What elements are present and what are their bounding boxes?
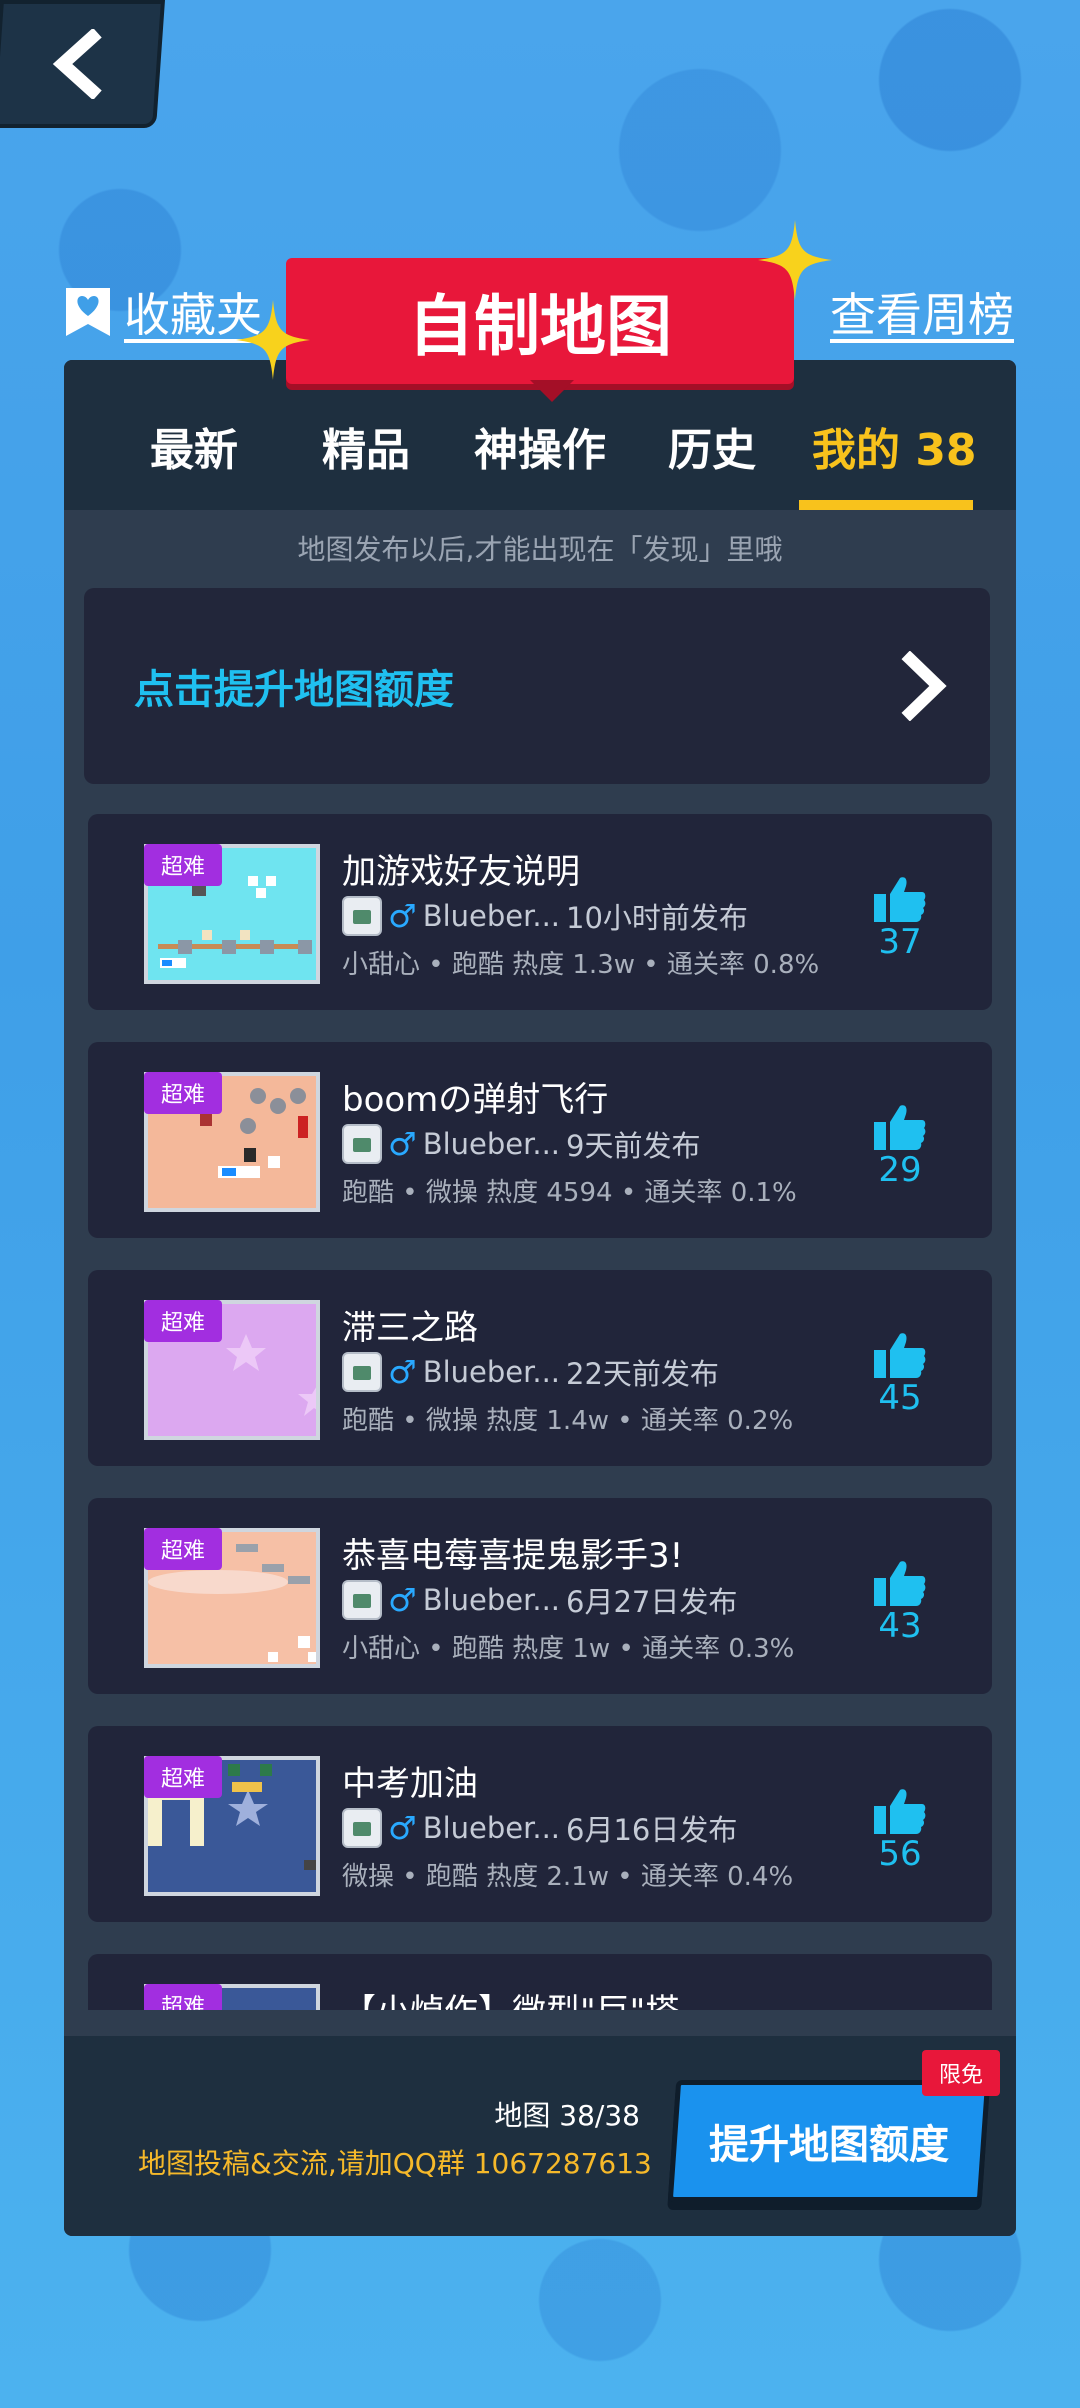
author-name: Blueber... xyxy=(422,899,561,933)
author-name: Blueber... xyxy=(422,1355,561,1389)
page-title: 自制地图 xyxy=(286,258,794,384)
thumbs-up-icon xyxy=(874,1561,926,1606)
publish-time: 6月16日发布 xyxy=(566,1813,738,1847)
map-card[interactable]: 超难 中考加油 ♂ Blueber... 6月16日发布 微操 • 跑酷 热度 … xyxy=(88,1726,992,1922)
avatar xyxy=(342,1352,382,1392)
difficulty-badge: 超难 xyxy=(144,1300,222,1342)
avatar xyxy=(342,1124,382,1164)
like-button[interactable]: 29 xyxy=(860,1104,940,1190)
thumbs-up-icon xyxy=(874,1105,926,1150)
tab-latest[interactable]: 最新 xyxy=(150,414,238,478)
map-list[interactable]: 超难 加游戏好友说明 ♂ Blueber... 10小时前发布 小甜心 • 跑酷… xyxy=(88,814,992,2010)
avatar xyxy=(342,896,382,936)
quota-upgrade-label: 点击提升地图额度 xyxy=(134,667,454,713)
difficulty-badge: 超难 xyxy=(144,1984,222,2010)
map-title: 【小焯作】微型"巨"塔 xyxy=(342,1984,679,2010)
chevron-left-icon xyxy=(52,29,102,99)
like-count: 45 xyxy=(878,1378,922,1418)
like-count: 43 xyxy=(878,1606,922,1646)
map-title: 中考加油 xyxy=(342,1764,478,1804)
avatar xyxy=(342,1580,382,1620)
map-card[interactable]: 超难 加游戏好友说明 ♂ Blueber... 10小时前发布 小甜心 • 跑酷… xyxy=(88,814,992,1010)
upgrade-quota-button[interactable]: 提升地图额度 xyxy=(667,2080,991,2202)
male-icon: ♂ xyxy=(388,1125,417,1163)
difficulty-badge: 超难 xyxy=(144,1072,222,1114)
upgrade-quota-label: 提升地图额度 xyxy=(709,2122,949,2168)
map-card[interactable]: 超难 恭喜电莓喜提鬼影手3! ♂ Blueber... 6月27日发布 小甜心 … xyxy=(88,1498,992,1694)
male-icon: ♂ xyxy=(388,1353,417,1391)
male-icon: ♂ xyxy=(388,1581,417,1619)
author-row: ♂ Blueber... 10小时前发布 xyxy=(342,894,748,938)
thumbs-up-icon xyxy=(874,877,926,922)
thumbs-up-icon xyxy=(874,1333,926,1378)
avatar xyxy=(342,1808,382,1848)
thumbs-up-icon xyxy=(874,1789,926,1834)
publish-time: 10小时前发布 xyxy=(566,901,748,935)
map-stats: 小甜心 • 跑酷 热度 1w • 通关率 0.3% xyxy=(342,1634,795,1664)
author-row: ♂ Blueber... 6月27日发布 xyxy=(342,1578,737,1622)
publish-hint: 地图发布以后,才能出现在「发现」里哦 xyxy=(297,533,783,566)
difficulty-badge: 超难 xyxy=(144,1528,222,1570)
favorites-link[interactable]: 收藏夹 xyxy=(64,282,262,342)
like-count: 37 xyxy=(878,922,922,962)
free-badge: 限免 xyxy=(922,2050,1000,2096)
like-button[interactable]: 45 xyxy=(860,1332,940,1418)
like-count: 29 xyxy=(878,1150,922,1190)
publish-time: 22天前发布 xyxy=(566,1357,719,1391)
map-card[interactable]: 超难 滞三之路 ♂ Blueber... 22天前发布 跑酷 • 微操 热度 1… xyxy=(88,1270,992,1466)
author-row: ♂ Blueber... 22天前发布 xyxy=(342,1350,719,1394)
map-title: 加游戏好友说明 xyxy=(342,852,580,892)
publish-time: 9天前发布 xyxy=(566,1129,701,1163)
map-stats: 跑酷 • 微操 热度 1.4w • 通关率 0.2% xyxy=(342,1406,794,1436)
qq-group-text: 地图投稿&交流,请加QQ群 1067287613 xyxy=(138,2147,652,2180)
weekly-ranking-link[interactable]: 查看周榜 xyxy=(830,282,1014,342)
map-title: boomの弹射飞行 xyxy=(342,1080,609,1120)
tab-skill-moves[interactable]: 神操作 xyxy=(474,414,606,478)
like-button[interactable]: 37 xyxy=(860,876,940,962)
like-count: 56 xyxy=(878,1834,922,1874)
author-row: ♂ Blueber... 9天前发布 xyxy=(342,1122,700,1166)
sparkle-icon xyxy=(236,300,310,380)
map-count: 地图 38/38 xyxy=(494,2099,640,2132)
back-button[interactable] xyxy=(0,0,166,128)
difficulty-badge: 超难 xyxy=(144,844,222,886)
custom-maps-panel: 最新 精品 神操作 历史 我的 38 地图发布以后,才能出现在「发现」里哦 点击… xyxy=(64,360,1016,2236)
like-button[interactable]: 43 xyxy=(860,1560,940,1646)
chevron-right-icon xyxy=(901,651,947,721)
difficulty-badge: 超难 xyxy=(144,1756,222,1798)
author-name: Blueber... xyxy=(422,1583,561,1617)
publish-time: 6月27日发布 xyxy=(566,1585,738,1619)
male-icon: ♂ xyxy=(388,897,417,935)
tab-history[interactable]: 历史 xyxy=(668,414,756,478)
map-stats: 微操 • 跑酷 热度 2.1w • 通关率 0.4% xyxy=(342,1862,794,1892)
footer-bar: 地图 38/38 地图投稿&交流,请加QQ群 1067287613 提升地图额度… xyxy=(64,2036,1016,2236)
heart-bookmark-icon xyxy=(66,288,110,336)
map-title: 恭喜电莓喜提鬼影手3! xyxy=(342,1536,684,1576)
quota-upgrade-row[interactable]: 点击提升地图额度 xyxy=(84,588,990,784)
active-tab-indicator xyxy=(799,500,973,510)
author-row: ♂ Blueber... 6月16日发布 xyxy=(342,1806,737,1850)
tab-mine[interactable]: 我的 38 xyxy=(812,414,977,478)
male-icon: ♂ xyxy=(388,1809,417,1847)
map-stats: 小甜心 • 跑酷 热度 1.3w • 通关率 0.8% xyxy=(342,950,820,980)
author-name: Blueber... xyxy=(422,1127,561,1161)
sparkle-icon xyxy=(758,220,832,300)
title-banner-tail xyxy=(530,380,574,402)
map-card[interactable]: 超难 【小焯作】微型"巨"塔 xyxy=(88,1954,992,2010)
map-title: 滞三之路 xyxy=(342,1308,478,1348)
map-card[interactable]: 超难 boomの弹射飞行 ♂ Blueber... 9天前发布 跑酷 • 微操 … xyxy=(88,1042,992,1238)
tab-featured[interactable]: 精品 xyxy=(322,414,410,478)
like-button[interactable]: 56 xyxy=(860,1788,940,1874)
author-name: Blueber... xyxy=(422,1811,561,1845)
map-stats: 跑酷 • 微操 热度 4594 • 通关率 0.1% xyxy=(342,1178,797,1208)
